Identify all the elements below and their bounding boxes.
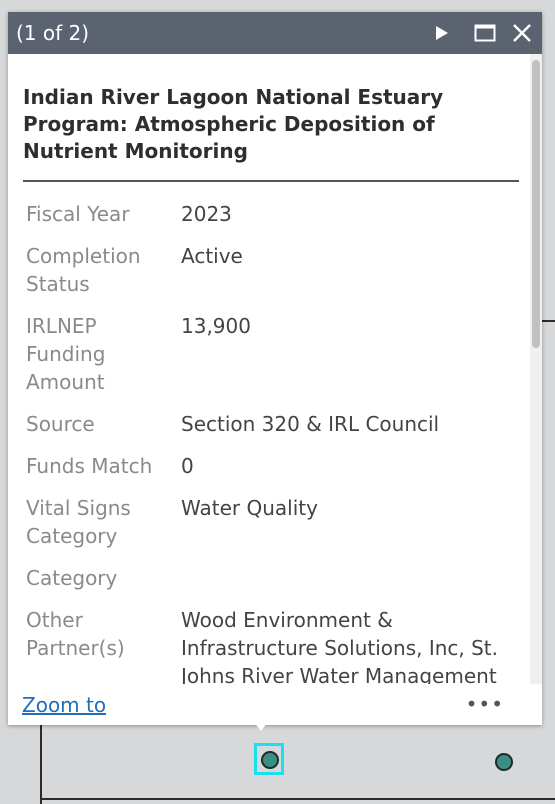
- attribute-row: Fiscal Year 2023: [26, 200, 521, 228]
- attribute-value: Wood Environment & Infrastructure Soluti…: [181, 608, 499, 694]
- attribute-row: Source Section 320 & IRL Council: [26, 410, 521, 438]
- attribute-table: Fiscal Year 2023 Completion Status Activ…: [26, 200, 521, 694]
- popup-title: Indian River Lagoon National Estuary Pro…: [23, 85, 444, 163]
- feature-counter: (1 of 2): [16, 21, 90, 45]
- maximize-button[interactable]: [472, 12, 498, 54]
- popup-pointer: [247, 713, 275, 731]
- map-boundary-line: [540, 320, 555, 322]
- zoom-to-link[interactable]: Zoom to: [22, 693, 106, 717]
- map-point-selected[interactable]: [261, 751, 279, 769]
- map-point[interactable]: [495, 753, 513, 771]
- popup-scrollbar[interactable]: [530, 54, 542, 694]
- attribute-row: IRLNEP Funding Amount 13,900: [26, 312, 521, 396]
- attribute-label: Funds Match: [26, 454, 153, 478]
- attribute-row: Vital Signs Category Water Quality: [26, 494, 521, 550]
- title-divider: [23, 180, 519, 182]
- attribute-row: Category: [26, 564, 521, 592]
- attribute-row: Funds Match 0: [26, 452, 521, 480]
- next-feature-button[interactable]: [430, 12, 454, 54]
- popup-header: (1 of 2): [8, 12, 542, 54]
- attribute-value: Water Quality: [181, 496, 318, 520]
- feature-popup: (1 of 2) Indian River Lagoon National Es…: [8, 12, 542, 725]
- scrollbar-thumb[interactable]: [532, 60, 540, 348]
- play-icon: [436, 26, 448, 40]
- attribute-row: Completion Status Active: [26, 242, 521, 298]
- popup-content[interactable]: Indian River Lagoon National Estuary Pro…: [8, 54, 542, 694]
- attribute-value: Active: [181, 244, 243, 268]
- attribute-label: Fiscal Year: [26, 202, 130, 226]
- attribute-value: Section 320 & IRL Council: [181, 412, 440, 436]
- close-button[interactable]: [508, 12, 536, 54]
- more-options-button[interactable]: •••: [466, 692, 504, 716]
- attribute-label: Category: [26, 566, 118, 590]
- close-icon: [513, 24, 531, 42]
- popup-footer: Zoom to •••: [8, 684, 542, 725]
- attribute-value: 2023: [181, 202, 232, 226]
- attribute-value: 0: [181, 454, 194, 478]
- attribute-value: [181, 564, 501, 592]
- maximize-icon: [474, 24, 496, 42]
- attribute-row: Other Partner(s) Wood Environment & Infr…: [26, 606, 521, 694]
- attribute-label: Vital Signs Category: [26, 496, 131, 548]
- attribute-label: Source: [26, 412, 95, 436]
- attribute-label: IRLNEP Funding Amount: [26, 314, 106, 394]
- attribute-label: Other Partner(s): [26, 608, 125, 660]
- map-boundary-line: [40, 798, 555, 800]
- attribute-label: Completion Status: [26, 244, 141, 296]
- attribute-value: 13,900: [181, 314, 251, 338]
